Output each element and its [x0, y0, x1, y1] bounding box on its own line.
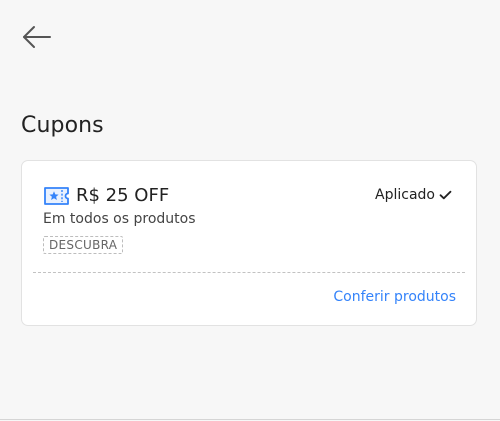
- page-title: Cupons: [21, 113, 104, 138]
- view-products-link[interactable]: Conferir produtos: [333, 289, 456, 305]
- ticket-star-icon: [44, 187, 69, 205]
- coupon-description: Em todos os produtos: [43, 211, 196, 227]
- check-icon: [439, 190, 452, 200]
- coupon-tag: DESCUBRA: [43, 236, 124, 254]
- coupon-card: R$ 25 OFF Em todos os produtos DESCUBRA …: [21, 160, 477, 326]
- back-button[interactable]: [18, 20, 58, 54]
- coupon-status: Aplicado: [375, 187, 452, 203]
- arrow-left-icon: [23, 26, 51, 48]
- coupon-value: R$ 25 OFF: [76, 185, 170, 206]
- bottom-divider: [0, 419, 500, 420]
- status-label: Aplicado: [375, 187, 435, 203]
- dashed-divider: [33, 272, 465, 273]
